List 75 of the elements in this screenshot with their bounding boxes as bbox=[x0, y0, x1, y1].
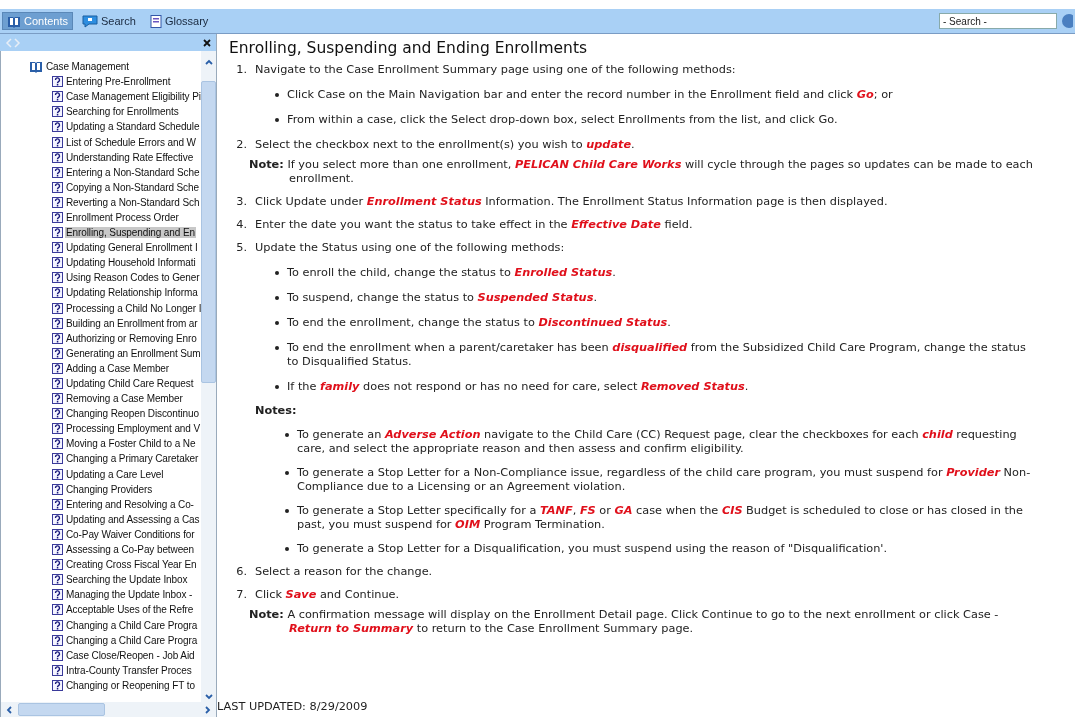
tree-item[interactable]: Building an Enrollment from ar bbox=[65, 317, 199, 329]
step-number: 5. bbox=[235, 241, 248, 256]
tree-item[interactable]: Entering and Resolving a Co- bbox=[65, 498, 195, 510]
bullet-text: To end the enrollment when a parent/caretaker has been disqualified from the Subsidized Child Care Program, change the status to Disqualified Status. bbox=[287, 341, 1027, 369]
tree-item[interactable]: Adding a Case Member bbox=[65, 362, 171, 374]
note-label: Note: bbox=[249, 158, 284, 171]
last-updated-text: LAST UPDATED: 8/29/2009 bbox=[217, 700, 369, 714]
tree-item[interactable]: Co-Pay Waiver Conditions for bbox=[65, 528, 196, 540]
tree-item[interactable]: Updating and Assessing a Cas bbox=[65, 513, 201, 525]
note-label: Note: bbox=[249, 608, 284, 621]
step-text: Click Save and Continue. bbox=[255, 588, 401, 602]
tree-item[interactable]: Copying a Non-Standard Sche bbox=[65, 181, 200, 193]
tree-item[interactable]: Enrollment Process Order bbox=[65, 212, 180, 223]
note-text: A confirmation message will display on the Enrollment Detail page. Click Continue to go to the next enrollment or click Case - Return to Summary to return to the Case Enrollment Summary page. bbox=[287, 608, 999, 635]
tree-item[interactable]: Changing Reopen Discontinuo bbox=[65, 408, 200, 420]
tree-item[interactable]: Processing Employment and V bbox=[65, 423, 201, 435]
tree-item[interactable]: Updating General Enrollment I bbox=[65, 242, 199, 254]
step-text: Enter the date you want the status to take effect in the Effective Date field. bbox=[255, 218, 694, 232]
tree-item[interactable]: Processing a Child No Longer I bbox=[65, 302, 201, 314]
tree-item[interactable]: Updating Household Informati bbox=[65, 257, 197, 269]
tree-item[interactable]: Updating Child Care Request bbox=[65, 378, 195, 389]
bullet-text: To generate a Stop Letter for a Disqualification, you must suspend using the reason of "Disqualification'. bbox=[297, 542, 889, 556]
tab[interactable]: Glossary bbox=[144, 12, 214, 30]
tree-item[interactable]: Using Reason Codes to Gener bbox=[65, 272, 201, 284]
tree-item[interactable]: Enrolling, Suspending and En bbox=[65, 227, 196, 239]
tree-item[interactable]: Removing a Case Member bbox=[65, 393, 184, 405]
tree-item[interactable]: Case Close/Reopen - Job Aid bbox=[65, 649, 196, 661]
step-text: Select a reason for the change. bbox=[255, 565, 434, 579]
tree-item[interactable]: Changing a Child Care Progra bbox=[65, 634, 199, 646]
step-text: Navigate to the Case Enrollment Summary page using one of the following methods: bbox=[255, 63, 737, 77]
tree-item[interactable]: Searching the Update Inbox bbox=[65, 574, 189, 586]
note-text: If you select more than one enrollment, PELICAN Child Care Works will cycle through the pages so updates can be made to each enrollment. bbox=[287, 158, 1033, 185]
bullet-text: To generate a Stop Letter specifically for a TANF, FS or GA case when the CIS Budget is scheduled to close or has closed in the past, you must suspend for OIM Program Termination. bbox=[297, 504, 1024, 532]
article-title: Enrolling, Suspending and Ending Enrollments bbox=[229, 38, 589, 58]
tree-item[interactable]: Changing a Primary Caretaker bbox=[65, 453, 200, 465]
tree-item[interactable]: Moving a Foster Child to a Ne bbox=[65, 438, 197, 450]
tree-item[interactable]: Case Management Eligibility Pi bbox=[65, 91, 201, 103]
tree-item[interactable]: Understanding Rate Effective bbox=[65, 151, 195, 163]
tree-item[interactable]: Creating Cross Fiscal Year En bbox=[65, 559, 198, 571]
bullet-text: To end the enrollment, change the status to Discontinued Status. bbox=[287, 316, 672, 330]
bullet-text: From within a case, click the Select drop-down box, select Enrollments from the list, and click Go. bbox=[287, 113, 839, 127]
tree-item[interactable]: Acceptable Uses of the Refre bbox=[65, 604, 195, 616]
step-number: 6. bbox=[235, 565, 248, 579]
notes-heading: Notes: bbox=[255, 404, 297, 418]
tree-item[interactable]: Entering Pre-Enrollment bbox=[65, 76, 172, 88]
bullet-text: To generate an Adverse Action navigate to the Child Care (CC) Request page, clear the checkboxes for each child requesting care, and select the appropriate reason and then assess and confirm eligibility. bbox=[297, 428, 1018, 456]
tree-item[interactable]: Managing the Update Inbox - bbox=[65, 589, 194, 601]
step-text: Select the checkbox next to the enrollment(s) you wish to update. bbox=[255, 138, 636, 152]
tree-item[interactable]: Updating Relationship Informa bbox=[65, 287, 199, 299]
tab[interactable]: Search bbox=[77, 12, 141, 30]
search-field[interactable]: - Search - bbox=[939, 13, 1057, 29]
tree-item[interactable]: Assessing a Co-Pay between bbox=[65, 544, 196, 556]
tree-item[interactable]: Reverting a Non-Standard Sch bbox=[65, 196, 201, 208]
bullet-text: If the family does not respond or has no need for care, select Removed Status. bbox=[287, 380, 750, 394]
tree-item[interactable]: Entering a Non-Standard Sche bbox=[65, 166, 201, 178]
step-number: 4. bbox=[235, 218, 248, 232]
step-number: 3. bbox=[235, 195, 248, 209]
step-text: Click Update under Enrollment Status Information. The Enrollment Status Information page is then displayed. bbox=[255, 195, 889, 209]
tree-item[interactable]: Updating a Care Level bbox=[65, 468, 165, 480]
tree-item[interactable]: Updating a Standard Schedule bbox=[65, 121, 201, 133]
tree-item[interactable]: Searching for Enrollments bbox=[65, 106, 180, 118]
tree-item[interactable]: Intra-County Transfer Proces bbox=[65, 664, 193, 676]
tree-item[interactable]: Generating an Enrollment Sum bbox=[65, 347, 201, 359]
tree-item[interactable]: Authorizing or Removing Enro bbox=[65, 332, 198, 344]
tree-item[interactable]: Changing a Child Care Progra bbox=[65, 619, 199, 631]
bullet-text: To suspend, change the status to Suspended Status. bbox=[287, 291, 598, 305]
bullet-text: Click Case on the Main Navigation bar and enter the record number in the Enrollment field and click Go; or bbox=[287, 88, 894, 102]
tree-item[interactable]: Case Management bbox=[45, 61, 130, 73]
tree-item[interactable]: Changing or Reopening FT to bbox=[65, 679, 196, 691]
step-number: 1. bbox=[235, 63, 248, 78]
tree-item[interactable]: List of Schedule Errors and W bbox=[65, 136, 197, 148]
bullet-text: To enroll the child, change the status to Enrolled Status. bbox=[287, 266, 617, 280]
tree-item[interactable]: Changing Providers bbox=[65, 483, 154, 495]
bullet-text: To generate a Stop Letter for a Non-Compliance issue, regardless of the child care program, you must suspend for Provider Non-Compliance due to a Licensing or an Agreement violation. bbox=[297, 466, 1032, 494]
step-text: Update the Status using one of the following methods: bbox=[255, 241, 566, 255]
